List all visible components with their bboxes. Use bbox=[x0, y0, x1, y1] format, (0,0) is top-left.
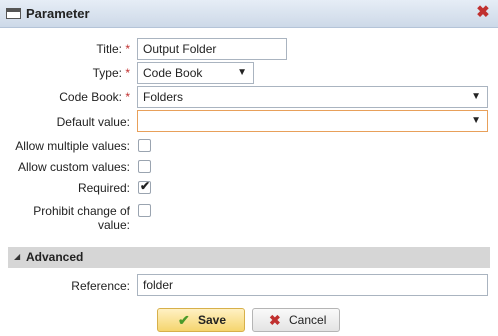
check-icon: ✔ bbox=[140, 179, 151, 193]
type-select[interactable]: Code Book ▼ bbox=[137, 62, 254, 84]
dropdown-arrow-icon: ▼ bbox=[471, 91, 481, 102]
allow-custom-checkbox[interactable] bbox=[138, 160, 151, 173]
allow-multiple-checkbox[interactable] bbox=[138, 139, 151, 152]
prohibit-change-checkbox[interactable] bbox=[138, 204, 151, 217]
dropdown-arrow-icon: ▼ bbox=[237, 67, 247, 78]
reference-label: Reference: bbox=[71, 279, 130, 293]
allow-multiple-label: Allow multiple values: bbox=[15, 139, 130, 153]
reference-input[interactable]: folder bbox=[137, 274, 488, 296]
title-label: Title: * bbox=[96, 42, 130, 56]
code-book-label: Code Book: * bbox=[59, 90, 130, 104]
dialog-titlebar: Parameter ✖ bbox=[0, 0, 498, 28]
title-input[interactable]: Output Folder bbox=[137, 38, 287, 60]
prohibit-change-label: Prohibit change of value: bbox=[33, 204, 130, 232]
close-icon[interactable]: ✖ bbox=[475, 5, 491, 21]
default-value-label: Default value: bbox=[56, 115, 130, 129]
save-button[interactable]: ✔ Save bbox=[157, 308, 245, 332]
cancel-button[interactable]: ✖ Cancel bbox=[252, 308, 340, 332]
default-value-select[interactable]: ▼ bbox=[137, 110, 488, 132]
advanced-section-header[interactable]: ◢ Advanced bbox=[8, 247, 490, 268]
code-book-select[interactable]: Folders ▼ bbox=[137, 86, 488, 108]
required-label: Required: bbox=[77, 181, 130, 195]
cancel-x-icon: ✖ bbox=[269, 312, 281, 328]
checkmark-icon: ✔ bbox=[178, 312, 190, 328]
window-icon bbox=[6, 8, 21, 19]
dropdown-arrow-icon: ▼ bbox=[471, 115, 481, 126]
allow-custom-label: Allow custom values: bbox=[17, 160, 130, 174]
collapse-triangle-icon: ◢ bbox=[14, 252, 21, 261]
type-label: Type: * bbox=[92, 66, 130, 80]
dialog-title: Parameter bbox=[26, 6, 90, 21]
required-checkbox[interactable]: ✔ bbox=[138, 179, 151, 194]
